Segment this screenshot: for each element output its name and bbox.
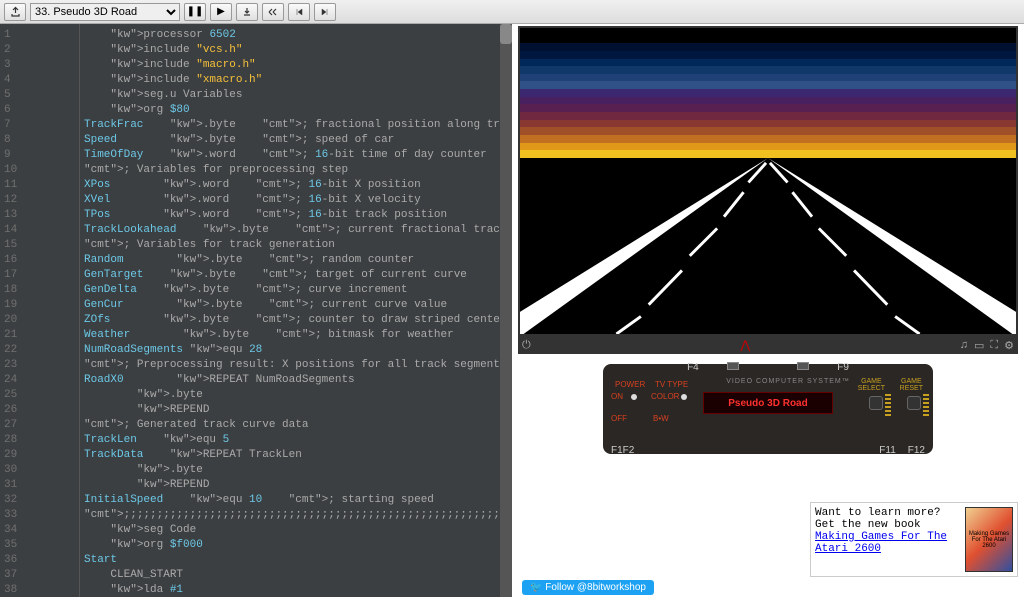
emulator-controls: ⏻ ⋀ ♫ ▭ ⛶ ⚙ — [518, 336, 1018, 354]
share-button[interactable] — [4, 3, 26, 21]
fkey-top: F4 F9 — [603, 362, 933, 373]
game-select-label: GAME SELECT — [858, 378, 885, 392]
game-reset-switch[interactable] — [907, 396, 921, 410]
f1-label: F1 — [611, 445, 623, 456]
emulator-screen[interactable] — [518, 26, 1018, 336]
cartridge-label: Pseudo 3D Road — [703, 392, 833, 414]
ad-book-cover[interactable]: Making Games For The Atari 2600 — [965, 507, 1013, 572]
download-button[interactable] — [236, 3, 258, 21]
play-button[interactable]: ▶ — [210, 3, 232, 21]
game-select-switch[interactable] — [869, 396, 883, 410]
power-label: POWER — [615, 380, 645, 389]
ad-link[interactable]: Making Games For The Atari 2600 — [815, 531, 947, 555]
sound-icon[interactable]: ♫ — [960, 339, 968, 352]
bw-label: B•W — [653, 414, 669, 423]
color-label: COLOR — [651, 392, 679, 401]
road-svg — [520, 158, 1016, 334]
select-indicator — [885, 394, 891, 416]
on-label: ON — [611, 392, 623, 401]
right-panel: ⏻ ⋀ ♫ ▭ ⛶ ⚙ F4 F9 VIDEO COMPUTER SYSTEM™… — [512, 24, 1024, 597]
gutter: 1234567891011121314151617181920212223242… — [0, 24, 80, 597]
atari-console: F4 F9 VIDEO COMPUTER SYSTEM™ POWER ON OF… — [603, 364, 933, 454]
switch-icon[interactable] — [797, 362, 809, 370]
twitter-follow-button[interactable]: 🐦 Follow @8bitworkshop — [522, 580, 654, 595]
fkey-bottom: F1 F2 F11 F12 — [603, 445, 933, 456]
toolbar: 33. Pseudo 3D Road ❚❚ ▶ — [0, 0, 1024, 24]
off-label: OFF — [611, 414, 627, 423]
code-editor[interactable]: 1234567891011121314151617181920212223242… — [0, 24, 512, 597]
f12-label: F12 — [908, 445, 925, 456]
pause-button[interactable]: ❚❚ — [184, 3, 206, 21]
atari-logo-icon: ⋀ — [740, 338, 750, 352]
scroll-thumb[interactable] — [500, 24, 512, 44]
window-icon[interactable]: ▭ — [974, 339, 984, 352]
tvtype-switch[interactable] — [681, 394, 687, 400]
main-area: 1234567891011121314151617181920212223242… — [0, 24, 1024, 597]
tvtype-label: TV TYPE — [655, 380, 688, 389]
ad-box: Want to learn more? Get the new book Mak… — [810, 502, 1018, 577]
fullscreen-icon[interactable]: ⛶ — [990, 339, 998, 352]
ad-line1: Want to learn more? — [815, 507, 965, 519]
power-icon[interactable]: ⏻ — [522, 339, 531, 352]
f4-label: F4 — [687, 362, 699, 373]
file-selector[interactable]: 33. Pseudo 3D Road — [30, 3, 180, 21]
f9-label: F9 — [837, 362, 849, 373]
reset-indicator — [923, 394, 929, 416]
rewind-button[interactable] — [262, 3, 284, 21]
sky-gradient — [520, 28, 1016, 158]
step-back-button[interactable] — [288, 3, 310, 21]
road-render — [520, 158, 1016, 334]
f2-label: F2 — [623, 445, 635, 456]
editor-scrollbar[interactable] — [500, 24, 512, 597]
vcs-label: VIDEO COMPUTER SYSTEM™ — [703, 378, 873, 385]
switch-icon[interactable] — [727, 362, 739, 370]
game-reset-label: GAME RESET — [900, 378, 923, 392]
f11-label: F11 — [879, 445, 896, 456]
power-switch[interactable] — [631, 394, 637, 400]
ad-line2: Get the new book — [815, 519, 965, 531]
code-content[interactable]: "kw">processor 6502 "kw">include "vcs.h"… — [80, 24, 500, 597]
step-forward-button[interactable] — [314, 3, 336, 21]
settings-icon[interactable]: ⚙ — [1004, 339, 1014, 352]
